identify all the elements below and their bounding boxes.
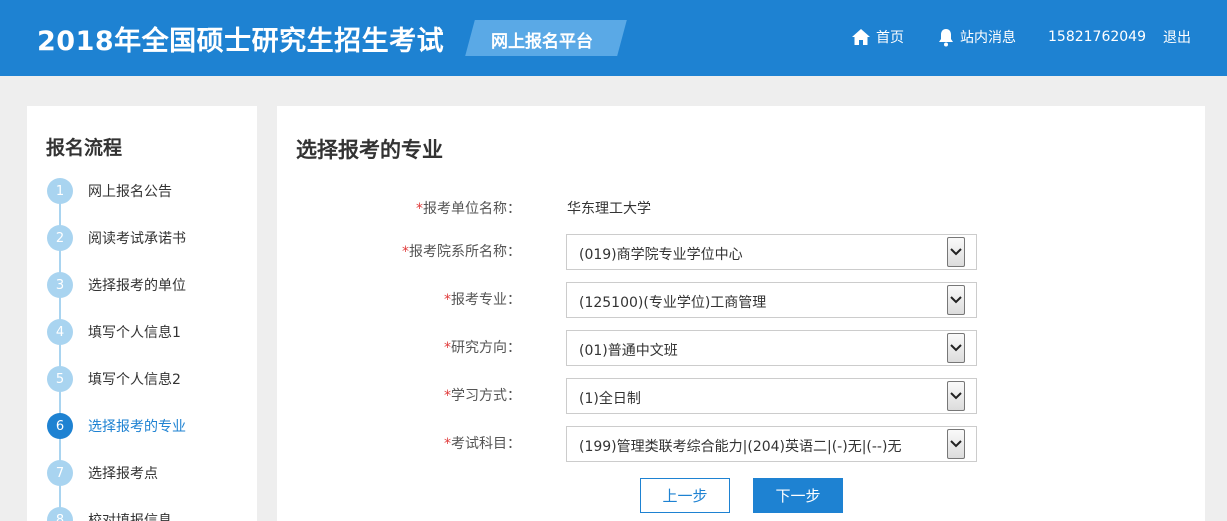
- direction-select[interactable]: (01)普通中文班: [566, 330, 977, 366]
- step-number: 6: [47, 413, 73, 439]
- chevron-down-icon[interactable]: [947, 285, 965, 315]
- process-sidebar: 报名流程 1 网上报名公告 2 阅读考试承诺书 3 选择报考的单位 4 填写个人…: [27, 106, 257, 521]
- unit-label: *报考单位名称：: [416, 201, 521, 217]
- department-label: *报考院系所名称：: [402, 244, 521, 260]
- page-title: 选择报考的专业: [296, 138, 443, 162]
- step-item-8[interactable]: 8 校对填报信息: [47, 507, 172, 521]
- department-select-value: (019)商学院专业学位中心: [579, 247, 743, 263]
- messages-link-label: 站内消息: [960, 30, 1016, 46]
- subjects-select[interactable]: (199)管理类联考综合能力|(204)英语二|(-)无|(--)无: [566, 426, 977, 462]
- study-mode-select-value: (1)全日制: [579, 391, 641, 407]
- chevron-down-icon[interactable]: [947, 237, 965, 267]
- chevron-down-icon[interactable]: [947, 381, 965, 411]
- main-panel: 选择报考的专业 *报考单位名称： 华东理工大学 *报考院系所名称： (019)商…: [277, 106, 1205, 521]
- step-label: 填写个人信息1: [88, 325, 181, 341]
- step-label: 校对填报信息: [88, 513, 172, 521]
- required-mark: *: [416, 201, 423, 217]
- required-mark: *: [444, 292, 451, 308]
- step-label: 网上报名公告: [88, 184, 172, 200]
- direction-label: *研究方向：: [444, 340, 521, 356]
- step-number: 2: [47, 225, 73, 251]
- next-step-button[interactable]: 下一步: [753, 478, 843, 513]
- step-number: 8: [47, 507, 73, 521]
- subjects-select-value: (199)管理类联考综合能力|(204)英语二|(-)无|(--)无: [579, 439, 902, 455]
- chevron-down-icon[interactable]: [947, 429, 965, 459]
- step-item-1[interactable]: 1 网上报名公告: [47, 178, 172, 204]
- step-number: 5: [47, 366, 73, 392]
- bell-icon: [939, 28, 953, 46]
- step-label: 选择报考的单位: [88, 278, 186, 294]
- platform-badge-label: 网上报名平台: [491, 32, 593, 52]
- study-mode-select[interactable]: (1)全日制: [566, 378, 977, 414]
- step-item-2[interactable]: 2 阅读考试承诺书: [47, 225, 186, 251]
- department-select[interactable]: (019)商学院专业学位中心: [566, 234, 977, 270]
- step-label: 选择报考点: [88, 466, 158, 482]
- step-label: 选择报考的专业: [88, 419, 186, 435]
- major-label: *报考专业：: [444, 292, 521, 308]
- step-number: 1: [47, 178, 73, 204]
- major-select[interactable]: (125100)(专业学位)工商管理: [566, 282, 977, 318]
- subjects-label: *考试科目：: [444, 436, 521, 452]
- required-mark: *: [402, 244, 409, 260]
- step-item-7[interactable]: 7 选择报考点: [47, 460, 158, 486]
- direction-select-value: (01)普通中文班: [579, 343, 678, 359]
- home-icon: [852, 29, 870, 45]
- step-item-3[interactable]: 3 选择报考的单位: [47, 272, 186, 298]
- study-mode-label: *学习方式：: [444, 388, 521, 404]
- step-number: 3: [47, 272, 73, 298]
- home-link[interactable]: 首页: [851, 27, 904, 47]
- step-item-4[interactable]: 4 填写个人信息1: [47, 319, 181, 345]
- major-select-value: (125100)(专业学位)工商管理: [579, 295, 767, 311]
- home-link-label: 首页: [876, 30, 904, 46]
- logout-link[interactable]: 退出: [1163, 27, 1191, 47]
- step-label: 填写个人信息2: [88, 372, 181, 388]
- prev-step-button[interactable]: 上一步: [640, 478, 730, 513]
- user-phone[interactable]: 15821762049: [1048, 27, 1146, 47]
- step-item-6-active[interactable]: 6 选择报考的专业: [47, 413, 186, 439]
- chevron-down-icon[interactable]: [947, 333, 965, 363]
- step-number: 7: [47, 460, 73, 486]
- step-number: 4: [47, 319, 73, 345]
- required-mark: *: [444, 340, 451, 356]
- required-mark: *: [444, 436, 451, 452]
- step-item-5[interactable]: 5 填写个人信息2: [47, 366, 181, 392]
- step-label: 阅读考试承诺书: [88, 231, 186, 247]
- required-mark: *: [444, 388, 451, 404]
- messages-link[interactable]: 站内消息: [937, 27, 1016, 47]
- unit-value: 华东理工大学: [567, 201, 651, 217]
- top-header: 2018年全国硕士研究生招生考试 网上报名平台 首页 站内消息 15821762…: [0, 0, 1227, 76]
- sidebar-title: 报名流程: [46, 137, 123, 159]
- site-title: 2018年全国硕士研究生招生考试: [37, 26, 445, 57]
